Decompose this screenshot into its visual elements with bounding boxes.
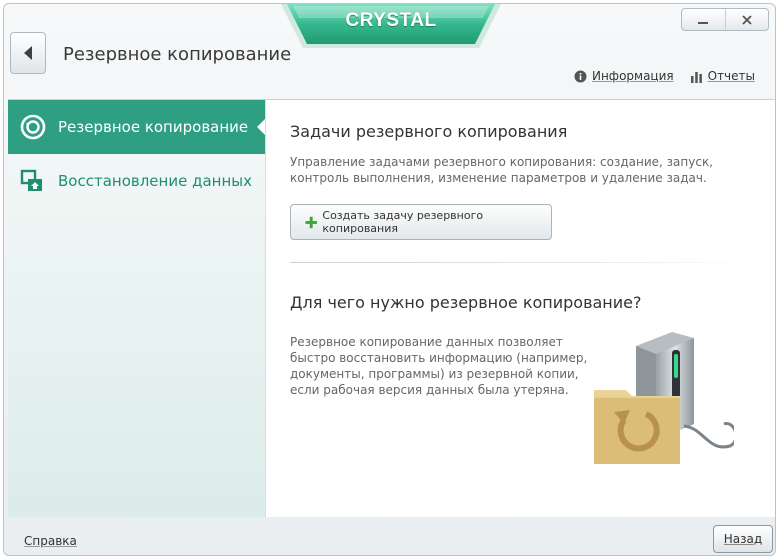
bar-chart-icon xyxy=(690,71,702,83)
backup-icon xyxy=(20,114,46,140)
server-folder-icon xyxy=(594,332,738,464)
back-arrow-button[interactable] xyxy=(10,32,46,74)
restore-icon xyxy=(20,168,46,194)
brand-name: CRYSTAL xyxy=(345,10,437,31)
window-controls xyxy=(681,8,769,31)
create-backup-task-button[interactable]: Создать задачу резервного копирования xyxy=(290,204,552,240)
plus-icon xyxy=(305,216,317,228)
top-links: Информация Отчеты xyxy=(574,69,755,83)
create-backup-task-label: Создать задачу резервного копирования xyxy=(322,209,484,235)
page-title: Резервное копирование xyxy=(63,44,292,65)
help-link[interactable]: Справка xyxy=(24,534,77,548)
tasks-title: Задачи резервного копирования xyxy=(290,122,568,141)
close-icon xyxy=(742,14,752,25)
minimize-icon xyxy=(698,21,709,24)
close-button[interactable] xyxy=(724,9,769,30)
back-button-label: Назад xyxy=(723,532,763,546)
minimize-button[interactable] xyxy=(682,9,725,30)
info-link[interactable]: Информация xyxy=(574,69,674,83)
section-divider xyxy=(290,262,754,263)
arrow-left-icon xyxy=(24,46,32,60)
info-icon xyxy=(574,70,587,82)
app-window: Резервное копирование CRYSTAL Информация… xyxy=(3,3,776,556)
main-panel: Задачи резервного копирования Управление… xyxy=(265,99,775,517)
sidebar-item-label: Восстановление данных xyxy=(58,172,252,190)
reports-link[interactable]: Отчеты xyxy=(690,69,755,83)
why-description: Резервное копирование данных позволяет б… xyxy=(290,335,588,397)
back-button[interactable]: Назад xyxy=(713,525,773,553)
tasks-description: Управление задачами резервного копирован… xyxy=(290,155,713,185)
sidebar-item-label: Резервное копирование xyxy=(58,118,249,136)
why-title: Для чего нужно резервное копирование? xyxy=(290,293,642,312)
info-link-label: Информация xyxy=(591,69,674,83)
sidebar-item-restore[interactable]: Восстановление данных xyxy=(8,154,265,208)
backup-illustration xyxy=(584,328,738,476)
reports-link-label: Отчеты xyxy=(707,69,755,83)
brand-logo: CRYSTAL xyxy=(279,4,503,52)
sidebar: Резервное копирование Восстановление дан… xyxy=(8,99,266,517)
sidebar-item-backup[interactable]: Резервное копирование xyxy=(8,100,266,154)
